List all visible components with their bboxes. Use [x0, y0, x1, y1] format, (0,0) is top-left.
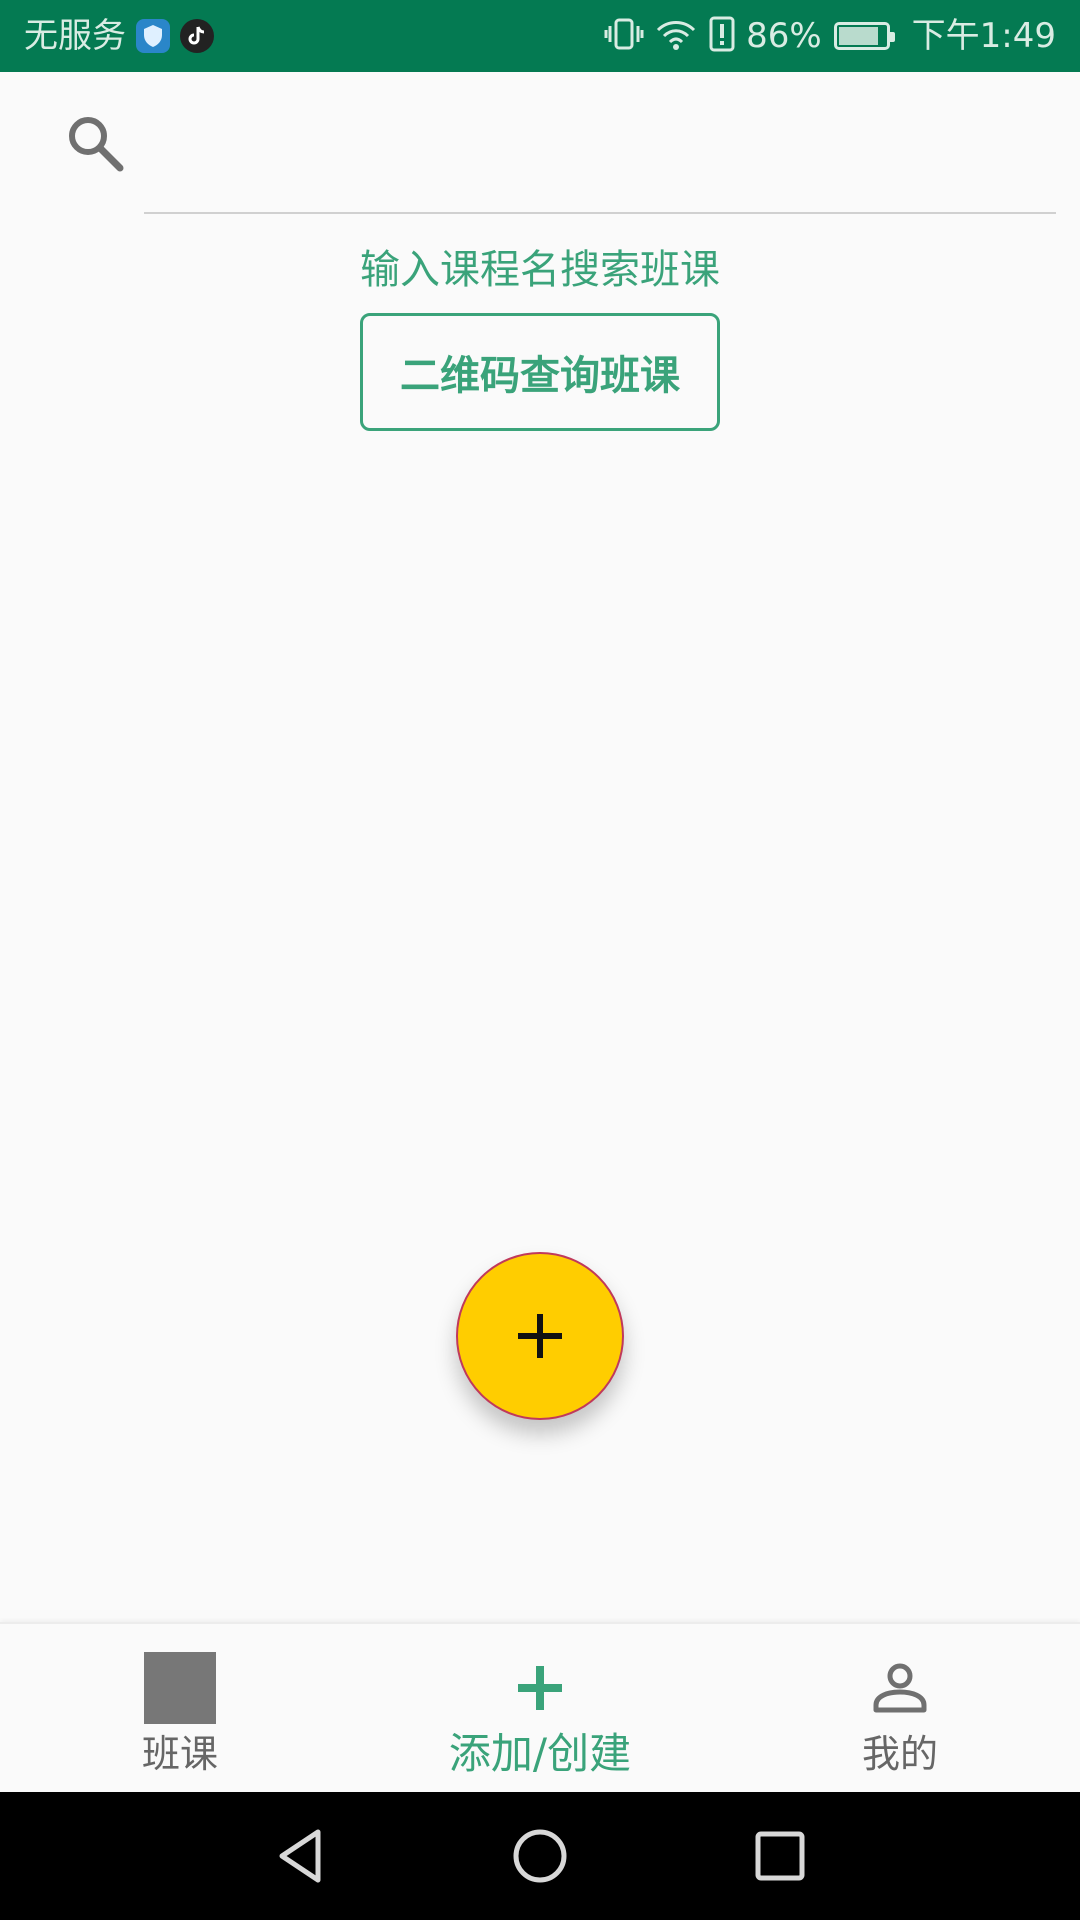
square-icon: [144, 1652, 216, 1724]
battery-percent: 86%: [746, 16, 822, 56]
shield-app-icon: [136, 19, 170, 53]
nav-item-mine[interactable]: 我的: [840, 1624, 960, 1794]
battery-fill: [838, 27, 879, 45]
nav-item-label: 添加/创建: [448, 1729, 632, 1778]
person-icon: [873, 1663, 927, 1713]
bottom-navigation: 班课 添加/创建 我的: [0, 1622, 1080, 1792]
plus-icon: [518, 1314, 562, 1358]
vibrate-icon: [604, 14, 644, 58]
nav-item-classes[interactable]: 班课: [120, 1624, 240, 1794]
search-icon[interactable]: [64, 112, 128, 176]
add-fab-button[interactable]: [456, 1252, 624, 1420]
wifi-icon: [654, 14, 698, 58]
status-right: 86% 下午1:49: [604, 14, 1056, 58]
qr-search-button[interactable]: 二维码查询班课: [360, 313, 720, 431]
back-icon[interactable]: [266, 1822, 334, 1890]
status-left: 无服务: [24, 14, 214, 58]
alert-icon: [708, 14, 736, 58]
clock: 下午1:49: [911, 16, 1056, 56]
nav-item-label: 班课: [141, 1732, 218, 1776]
search-input-underline[interactable]: [144, 212, 1056, 214]
status-bar: 无服务 86% 下午1:49: [0, 0, 1080, 72]
battery-icon: [833, 22, 895, 50]
carrier-text: 无服务: [24, 16, 126, 56]
recents-icon[interactable]: [746, 1822, 814, 1890]
home-icon[interactable]: [506, 1822, 574, 1890]
nav-item-add-create[interactable]: 添加/创建: [390, 1624, 690, 1794]
plus-icon: [518, 1666, 562, 1710]
search-hint: 输入课程名搜索班课: [360, 247, 720, 293]
nav-item-label: 我的: [861, 1732, 938, 1776]
system-navigation-bar: [0, 1792, 1080, 1920]
tiktok-app-icon: [180, 19, 214, 53]
